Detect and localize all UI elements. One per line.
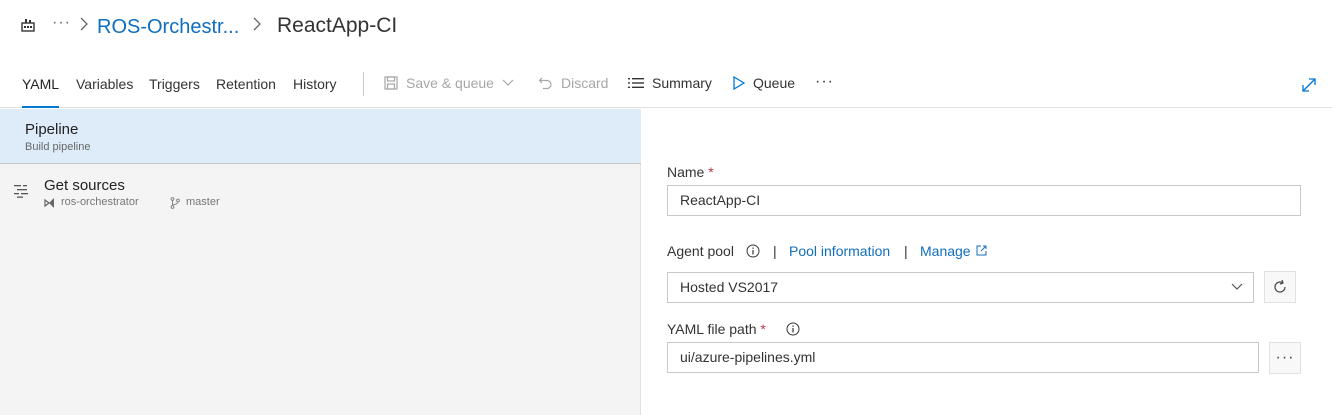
discard-button[interactable]: Discard — [538, 75, 608, 91]
agent-pool-dropdown[interactable]: Hosted VS2017 — [667, 272, 1254, 303]
queue-label: Queue — [753, 75, 796, 91]
tab-variables[interactable]: Variables — [76, 76, 133, 108]
chevron-down-icon — [1231, 283, 1243, 290]
name-input[interactable]: ReactApp-CI — [667, 185, 1301, 216]
list-icon — [628, 78, 644, 88]
browse-button[interactable]: ··· — [1269, 342, 1301, 374]
summary-button[interactable]: Summary — [628, 75, 712, 91]
get-sources-title: Get sources — [44, 177, 125, 194]
pool-information-link[interactable]: Pool information — [789, 243, 890, 259]
branch-icon — [170, 197, 180, 209]
expand-icon[interactable] — [1301, 77, 1317, 93]
agent-pool-value: Hosted VS2017 — [680, 279, 779, 295]
info-icon[interactable] — [746, 244, 760, 258]
tab-retention[interactable]: Retention — [216, 76, 276, 108]
chevron-down-icon — [502, 79, 514, 86]
name-label: Name * — [667, 164, 714, 180]
yaml-file-path-label: YAML file path * — [667, 321, 766, 337]
toolbar-divider — [363, 72, 364, 96]
yaml-file-path-input[interactable]: ui/azure-pipelines.yml — [667, 342, 1259, 373]
separator: | — [904, 243, 908, 259]
repo-icon — [44, 198, 54, 208]
refresh-button[interactable] — [1264, 271, 1296, 303]
branch-name: master — [186, 196, 220, 208]
breadcrumb-more-button[interactable]: ··· — [52, 14, 71, 32]
separator: | — [773, 243, 777, 259]
pipeline-title: Pipeline — [25, 121, 79, 138]
info-icon[interactable] — [786, 322, 800, 336]
manage-link[interactable]: Manage — [920, 243, 971, 259]
queue-button[interactable]: Queue — [733, 75, 795, 91]
build-pipeline-icon[interactable] — [20, 17, 36, 33]
required-marker: * — [760, 321, 766, 337]
external-link-icon — [976, 245, 987, 256]
required-marker: * — [708, 164, 714, 180]
sources-icon — [14, 185, 28, 198]
save-queue-button[interactable]: Save & queue — [384, 75, 514, 91]
header: ··· ROS-Orchestr... ReactApp-CI — [0, 0, 1332, 56]
undo-icon — [538, 77, 552, 89]
toolbar: YAML Variables Triggers Retention Histor… — [0, 60, 1332, 108]
save-icon — [384, 76, 398, 90]
chevron-right-icon — [253, 17, 261, 31]
breadcrumb-parent-link[interactable]: ROS-Orchestr... — [97, 16, 239, 39]
tab-triggers[interactable]: Triggers — [149, 76, 200, 108]
get-sources-item[interactable]: Get sources ros-orchestrator master — [0, 165, 640, 221]
chevron-right-icon — [80, 17, 88, 31]
play-icon — [733, 76, 745, 90]
pipeline-subtitle: Build pipeline — [25, 141, 91, 153]
save-queue-label: Save & queue — [406, 75, 494, 91]
more-actions-button[interactable]: ··· — [815, 73, 834, 91]
pipeline-settings-panel: Name * ReactApp-CI Agent pool | Pool inf… — [642, 109, 1332, 415]
page-title: ReactApp-CI — [277, 14, 398, 37]
pipeline-item[interactable]: Pipeline Build pipeline — [0, 109, 641, 164]
tab-history[interactable]: History — [293, 76, 337, 108]
discard-label: Discard — [561, 75, 609, 91]
tab-yaml[interactable]: YAML — [22, 76, 60, 108]
agent-pool-label: Agent pool — [667, 243, 734, 259]
repo-name: ros-orchestrator — [61, 196, 139, 208]
refresh-icon — [1274, 279, 1286, 293]
pipeline-tree-panel: Pipeline Build pipeline Get sources ros-… — [0, 109, 641, 415]
summary-label: Summary — [652, 75, 712, 91]
